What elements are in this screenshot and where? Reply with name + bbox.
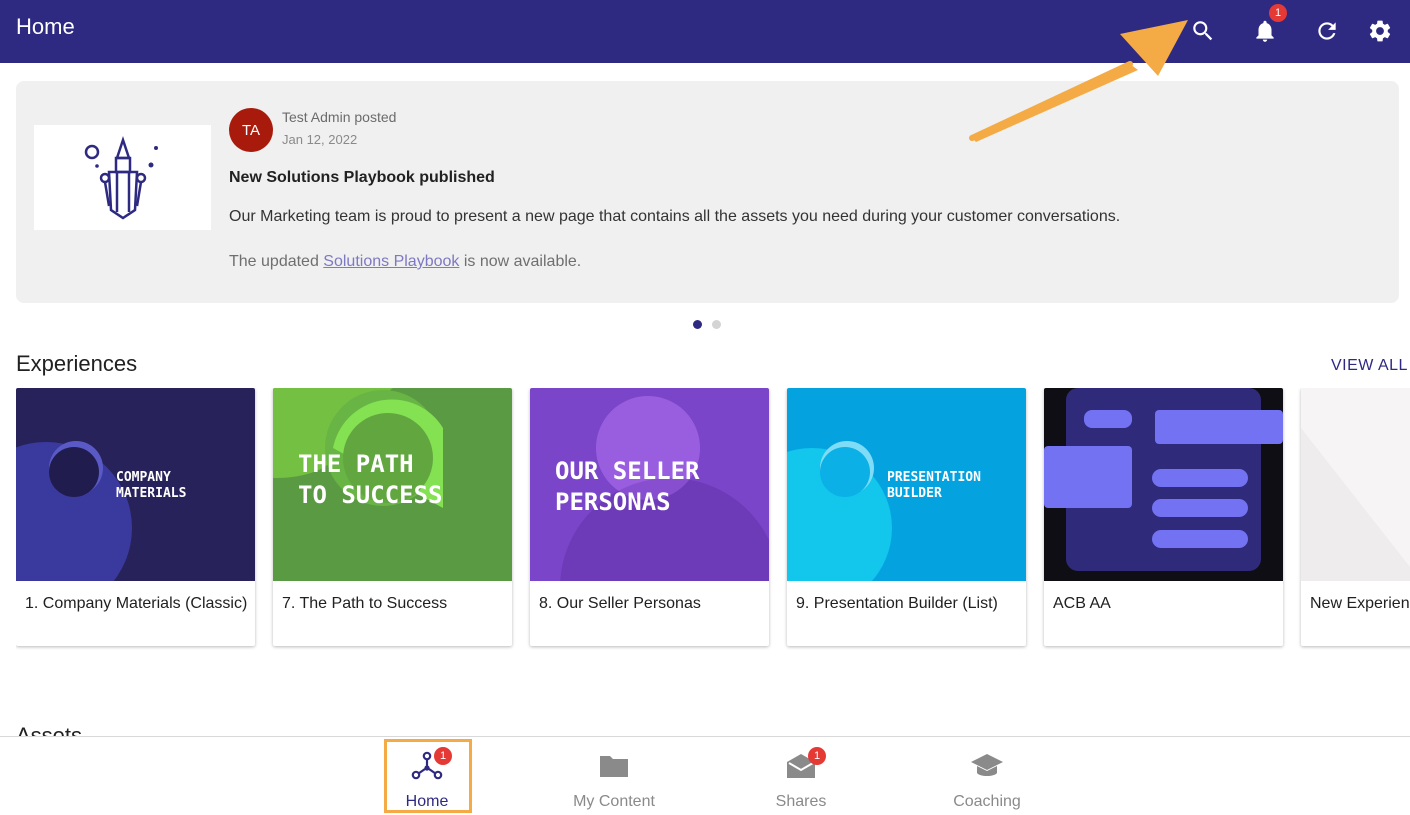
- carousel-dot-2[interactable]: [712, 320, 721, 329]
- experiences-carousel: COMPANY MATERIALS 1. Company Materials (…: [16, 388, 1410, 650]
- announcement-title: New Solutions Playbook published: [229, 169, 495, 186]
- notification-badge: 1: [1269, 4, 1287, 22]
- experience-card[interactable]: ACB AA: [1044, 388, 1283, 646]
- experience-card-title: ACB AA: [1053, 595, 1111, 612]
- footer-prefix: The updated: [229, 253, 324, 270]
- nav-shares[interactable]: Shares: [731, 737, 871, 815]
- experience-card-title: 1. Company Materials (Classic): [25, 595, 248, 612]
- annotation-arrow-icon: [969, 20, 1188, 142]
- announcement-body: Our Marketing team is proud to present a…: [229, 208, 1121, 225]
- footer-suffix: is now available.: [459, 253, 582, 270]
- home-highlight-box: [384, 739, 472, 813]
- gear-icon: [1369, 20, 1391, 42]
- page-title: Home: [16, 14, 75, 39]
- experience-card[interactable]: THE PATH TO SUCCESS 7. The Path to Succe…: [273, 388, 512, 646]
- experience-card-art: COMPANY MATERIALS: [16, 388, 255, 581]
- section-heading-partial: Assets: [16, 726, 82, 736]
- experience-card-art: THE PATH TO SUCCESS: [273, 388, 512, 581]
- experience-card[interactable]: New Experienc: [1301, 388, 1410, 646]
- experience-card[interactable]: COMPANY MATERIALS 1. Company Materials (…: [16, 388, 255, 646]
- nav-shares-badge: 1: [808, 747, 826, 765]
- settings-button[interactable]: [1361, 12, 1399, 50]
- experience-card[interactable]: OUR SELLER PERSONAS 8. Our Seller Person…: [530, 388, 769, 646]
- experience-card-title: 9. Presentation Builder (List): [796, 595, 998, 612]
- crystal-illustration-icon: [84, 135, 158, 220]
- experience-card-art: [1301, 388, 1410, 581]
- nav-my-content-label: My Content: [573, 793, 655, 810]
- experience-card-title: 8. Our Seller Personas: [539, 595, 701, 612]
- announcement-thumbnail: [34, 125, 211, 230]
- experience-card-art: PRESENTATION BUILDER: [787, 388, 1026, 581]
- card-art-text: PRESENTATION BUILDER: [887, 470, 981, 501]
- nav-my-content[interactable]: My Content: [544, 737, 684, 815]
- carousel-dot-1[interactable]: [693, 320, 702, 329]
- experience-card-title: New Experienc: [1310, 595, 1410, 612]
- solutions-playbook-link[interactable]: Solutions Playbook: [323, 253, 459, 270]
- bottom-navigation: Home 1 My Content Shares 1 Coaching: [0, 736, 1410, 815]
- carousel-pagination: [693, 320, 721, 329]
- refresh-icon: [1318, 22, 1336, 40]
- folder-icon: [600, 756, 628, 777]
- avatar: TA: [229, 108, 273, 152]
- experiences-heading: Experiences: [16, 351, 138, 376]
- graduation-cap-icon: [971, 754, 1003, 776]
- experience-card-art: [1044, 388, 1283, 581]
- announcement-footer: The updated Solutions Playbook is now av…: [229, 253, 581, 271]
- poster-name: Test Admin posted: [282, 109, 397, 125]
- card-art-text: COMPANY MATERIALS: [116, 470, 187, 501]
- nav-coaching[interactable]: Coaching: [917, 737, 1057, 815]
- post-date: Jan 12, 2022: [282, 132, 358, 147]
- nav-shares-label: Shares: [775, 793, 827, 810]
- refresh-button[interactable]: [1308, 12, 1346, 50]
- card-art-text: OUR SELLER PERSONAS: [555, 457, 700, 516]
- experience-card-art: OUR SELLER PERSONAS: [530, 388, 769, 581]
- experience-card-title: 7. The Path to Success: [282, 595, 448, 612]
- nav-coaching-label: Coaching: [953, 793, 1021, 810]
- experience-card[interactable]: PRESENTATION BUILDER 9. Presentation Bui…: [787, 388, 1026, 646]
- card-art-text: THE PATH TO SUCCESS: [298, 450, 443, 509]
- bell-icon: [1256, 20, 1274, 42]
- view-all-link[interactable]: VIEW ALL: [1331, 357, 1408, 375]
